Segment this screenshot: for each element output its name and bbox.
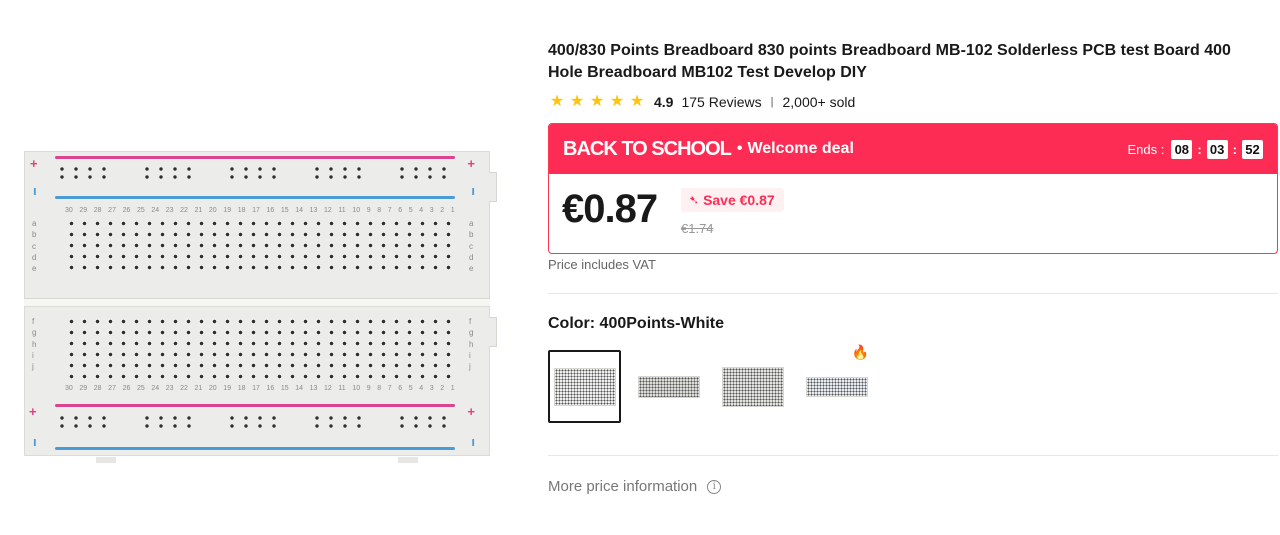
save-amount: Save €0.87 xyxy=(703,192,775,208)
product-title: 400/830 Points Breadboard 830 points Bre… xyxy=(548,42,1231,81)
column-numbers: 30 29 28 27 26 25 24 23 22 21 20 19 18 17 16 15 14 13 12 11… xyxy=(65,207,455,214)
plus-sign: + xyxy=(467,404,475,419)
color-label: Color: 400Points-White xyxy=(548,315,725,332)
side-tab xyxy=(489,172,497,202)
swatch-thumbnail xyxy=(637,375,700,398)
current-price: €0.87 xyxy=(562,187,658,231)
star-icon: ★ xyxy=(609,93,625,110)
row-letters: abcde xyxy=(32,219,37,273)
product-info: 400/830 Points Breadboard 830 points Bre… xyxy=(548,40,1280,112)
row-letters: fghij xyxy=(32,317,37,371)
separator: | xyxy=(770,96,774,108)
down-arrow-icon: ➷ xyxy=(689,193,700,207)
positive-rail-line xyxy=(55,404,455,407)
rail-holes xyxy=(140,414,200,428)
plus-sign: + xyxy=(467,156,475,171)
rail-holes xyxy=(395,414,455,428)
countdown-colon: : xyxy=(1232,141,1237,157)
row-letters: abcde xyxy=(469,219,474,273)
price-row: €0.87 ➷ Save €0.87 €1.74 xyxy=(549,174,1277,253)
original-price: €1.74 xyxy=(681,221,714,236)
terminal-holes xyxy=(65,316,455,382)
fire-icon: 🔥 xyxy=(851,344,869,360)
negative-rail-line xyxy=(55,196,455,199)
rating-row: ★ ★ ★ ★ ★ 4.9 175 Reviews | 2,000+ sold xyxy=(548,92,1280,112)
minus-sign: ı xyxy=(471,183,475,198)
countdown: Ends : 08 : 03 : 52 xyxy=(1127,139,1263,159)
color-option-400points-white[interactable] xyxy=(548,350,621,423)
product-image[interactable]: + + ı ı 30 29 28 27 26 25 24 23 22 21 20 19 18 17 16 15… xyxy=(0,0,520,535)
reviews-link[interactable]: 175 Reviews xyxy=(681,94,761,110)
deal-brand: BACK TO SCHOOL xyxy=(563,137,732,160)
breadboard-top-half: + + ı ı 30 29 28 27 26 25 24 23 22 21 20 19 18 17 16 15… xyxy=(24,151,497,301)
divider xyxy=(548,455,1278,456)
rail-holes xyxy=(225,165,285,179)
more-price-info[interactable]: More price information i xyxy=(548,478,722,495)
swatch-thumbnail xyxy=(805,376,868,397)
star-icon: ★ xyxy=(629,93,645,110)
rail-holes xyxy=(225,414,285,428)
rail-holes xyxy=(310,165,370,179)
star-icon: ★ xyxy=(589,93,605,110)
color-option-3[interactable] xyxy=(716,350,789,423)
minus-sign: ı xyxy=(471,434,475,449)
plus-sign: + xyxy=(29,404,37,419)
minus-sign: ı xyxy=(33,183,37,198)
deal-box: BACK TO SCHOOL • Welcome deal Ends : 08 … xyxy=(548,123,1278,254)
deal-dot: • xyxy=(736,140,743,157)
deal-header: BACK TO SCHOOL • Welcome deal Ends : 08 … xyxy=(549,124,1277,174)
save-badge: ➷ Save €0.87 xyxy=(681,188,784,212)
rail-holes xyxy=(140,165,200,179)
color-option-4[interactable]: 🔥 xyxy=(800,345,873,423)
rail-holes xyxy=(55,165,115,179)
sold-count: 2,000+ sold xyxy=(782,94,856,110)
rating-stars[interactable]: ★ ★ ★ ★ ★ xyxy=(548,94,646,110)
breadboard-foot xyxy=(398,457,418,463)
countdown-seconds: 52 xyxy=(1242,139,1263,159)
swatch-thumbnail xyxy=(553,367,616,406)
countdown-colon: : xyxy=(1197,141,1202,157)
vat-note: Price includes VAT xyxy=(548,257,656,272)
more-price-label: More price information xyxy=(548,478,698,495)
swatch-thumbnail xyxy=(721,366,784,407)
rail-holes xyxy=(310,414,370,428)
breadboard-foot xyxy=(96,457,116,463)
rail-holes xyxy=(55,414,115,428)
star-icon: ★ xyxy=(549,93,565,110)
plus-sign: + xyxy=(30,156,38,171)
minus-sign: ı xyxy=(33,434,37,449)
divider xyxy=(548,293,1278,294)
countdown-minutes: 03 xyxy=(1206,139,1228,159)
positive-rail-line xyxy=(55,156,455,159)
breadboard-bottom-half: fghij fghij 30 29 28 27 26 25 24 23 22 21 20 19 18 17… xyxy=(24,306,497,456)
rating-score: 4.9 xyxy=(654,94,674,110)
terminal-holes xyxy=(65,218,455,274)
ends-label: Ends : xyxy=(1127,141,1165,157)
countdown-hours: 08 xyxy=(1171,139,1193,159)
deal-label: Welcome deal xyxy=(747,140,854,157)
side-tab xyxy=(489,317,497,347)
color-option-2[interactable] xyxy=(632,350,705,423)
row-letters: fghij xyxy=(469,317,474,371)
star-icon: ★ xyxy=(569,93,585,110)
rail-holes xyxy=(395,165,455,179)
column-numbers: 30 29 28 27 26 25 24 23 22 21 20 19 18 17 16 15 14 13 12 11… xyxy=(65,385,455,392)
breadboard-image: + + ı ı 30 29 28 27 26 25 24 23 22 21 20 19 18 17 16 15… xyxy=(24,151,497,463)
negative-rail-line xyxy=(55,447,455,450)
color-swatches: 🔥 xyxy=(548,345,873,423)
info-icon: i xyxy=(707,479,722,494)
